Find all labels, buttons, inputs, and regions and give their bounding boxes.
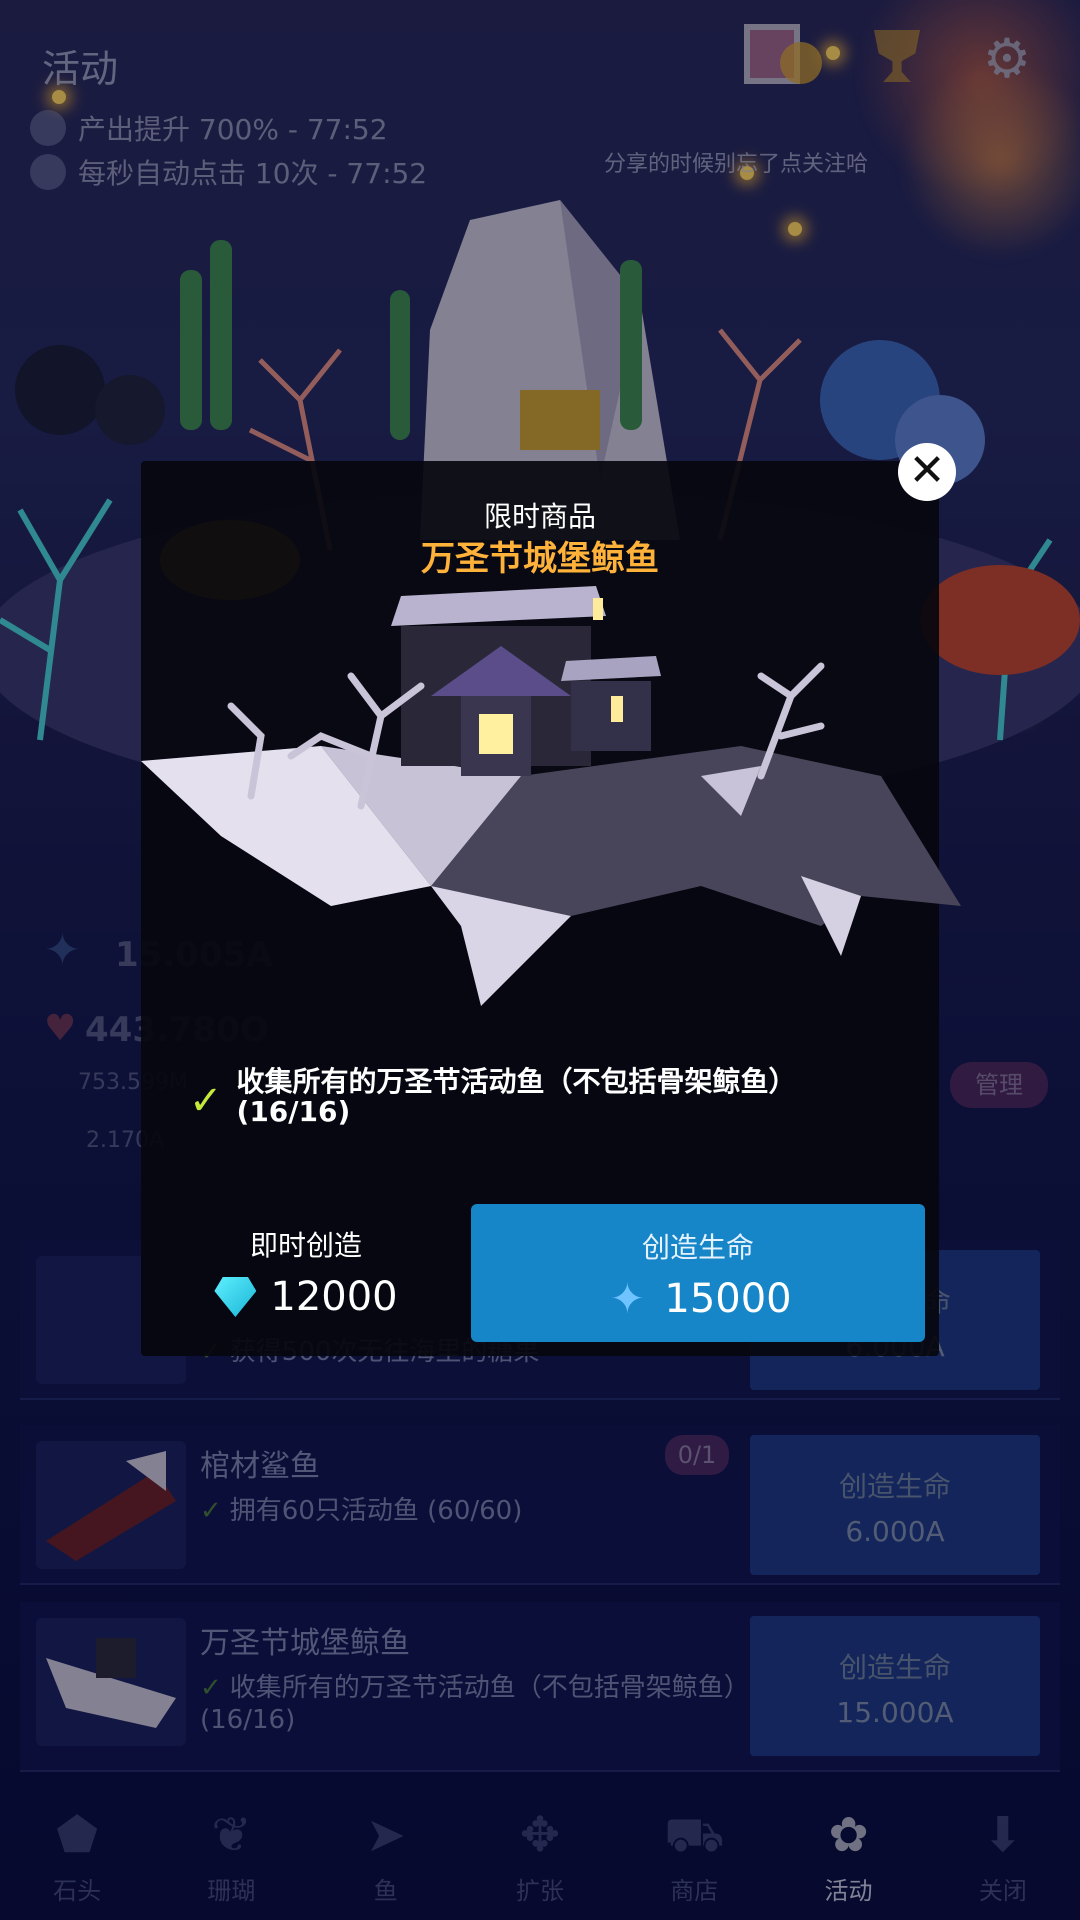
candy-icon: ✦ [609, 1274, 645, 1323]
diamond-icon [214, 1277, 257, 1317]
close-icon[interactable]: ✕ [898, 443, 956, 501]
requirement-text: 收集所有的万圣节活动鱼（不包括骨架鲸鱼）(16/16) [236, 1065, 797, 1128]
create-life-button[interactable]: 创造生命 ✦ 15000 [471, 1204, 925, 1342]
instant-price-value: 12000 [270, 1274, 398, 1320]
modal-label: 限时商品 [483, 500, 596, 533]
modal-title: 万圣节城堡鲸鱼 [421, 539, 659, 579]
create-life-label: 创造生命 [641, 1231, 754, 1264]
create-price: ✦ 15000 [471, 1274, 925, 1323]
instant-create-label: 即时创造 [249, 1229, 362, 1262]
instant-price: 12000 [161, 1274, 451, 1320]
limited-offer-modal: 限时商品 万圣节城堡鲸鱼 ✓ 收集所有的万圣节活动鱼（不包括骨架鲸鱼）(16/1… [141, 461, 961, 1356]
requirement-row: ✓ 收集所有的万圣节活动鱼（不包括骨架鲸鱼）(16/16) [189, 1067, 889, 1127]
instant-create-button[interactable]: 即时创造 12000 [161, 1206, 451, 1341]
castle-whale-image [141, 586, 961, 1006]
create-price-value: 15000 [664, 1276, 792, 1322]
check-icon: ✓ [189, 1078, 223, 1124]
